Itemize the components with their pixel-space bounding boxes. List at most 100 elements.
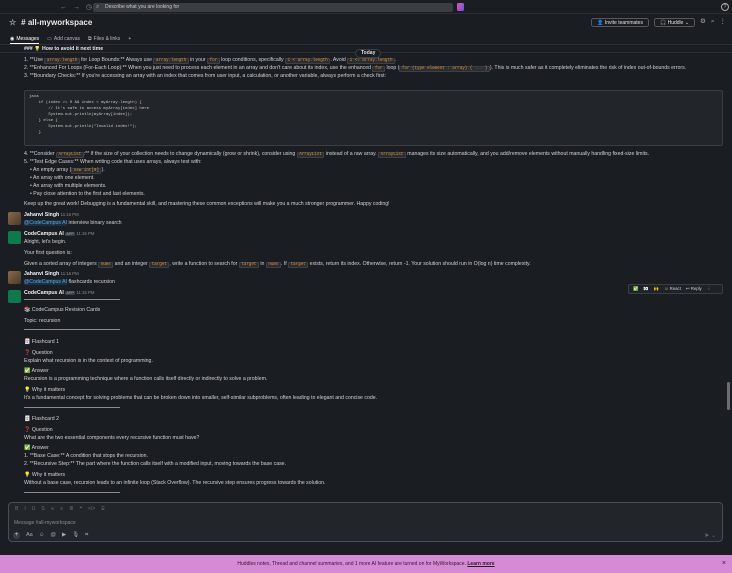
reaction-eyes-icon[interactable]: 👀 xyxy=(643,286,648,292)
strikethrough-icon[interactable]: S xyxy=(41,506,44,513)
smile-icon: ☺ xyxy=(664,286,669,292)
scrollbar[interactable] xyxy=(727,382,730,410)
t: 1. **Use xyxy=(24,57,45,63)
history-nav: ← → ◷ xyxy=(60,3,92,12)
answer-text: 2. **Recursive Step:** The part where th… xyxy=(24,461,287,467)
more-vertical-icon[interactable]: ⋮ xyxy=(720,18,727,27)
emoji-icon[interactable]: ☺ xyxy=(39,532,45,539)
history-clock-icon[interactable]: ◷ xyxy=(86,3,92,12)
search-channel-icon[interactable]: ⌕ xyxy=(711,18,715,27)
sender-name[interactable]: Jahanvi Singh xyxy=(24,271,59,277)
bullet-2: • An array with one element. xyxy=(30,175,95,181)
timestamp[interactable]: 11:16 PM xyxy=(61,212,79,217)
sender-name[interactable]: CodeCampus AI xyxy=(24,290,64,296)
reaction-raised-hands-icon[interactable]: 🙌 xyxy=(654,286,659,292)
plus-icon[interactable]: + xyxy=(13,532,20,540)
bold-icon[interactable]: B xyxy=(15,506,18,513)
italic-icon[interactable]: I xyxy=(24,506,25,513)
tab-messages[interactable]: ◉ Messages xyxy=(10,34,40,44)
t: ). This is much safer as it completely e… xyxy=(489,65,687,71)
star-icon[interactable]: ☆ xyxy=(9,18,16,29)
tab-add-canvas[interactable]: ▭ Add canvas xyxy=(47,34,80,44)
avatar[interactable] xyxy=(8,231,21,244)
message-composer[interactable]: B I U S ∞ ≡ ≣ ❝ </> ⌸ Message #all-mywor… xyxy=(8,502,723,542)
mention[interactable]: @CodeCampus AI xyxy=(24,220,68,226)
avatar[interactable] xyxy=(8,290,21,303)
mention-icon[interactable]: @ xyxy=(50,532,56,539)
t: Pay close attention to the first and las… xyxy=(33,191,145,197)
divider xyxy=(24,492,120,493)
avatar[interactable] xyxy=(8,212,21,225)
reaction-check-icon[interactable]: ✅ xyxy=(633,286,638,292)
blockquote-icon[interactable]: ❝ xyxy=(79,506,82,513)
inline-code: ArrayList xyxy=(56,152,84,158)
inline-code: i < array.length xyxy=(285,58,331,64)
shortcuts-icon[interactable]: ⌗ xyxy=(85,532,88,539)
code-icon[interactable]: </> xyxy=(88,506,95,513)
sender-name[interactable]: CodeCampus AI xyxy=(24,231,64,237)
bullet-list-icon[interactable]: ≣ xyxy=(69,506,73,513)
message-header: CodeCampus AI APP 11:16 PM xyxy=(24,290,94,297)
message-header: Jahanvi Singh 11:16 PM xyxy=(24,271,79,278)
timestamp[interactable]: 11:16 PM xyxy=(76,231,94,236)
cards-topic: Topic: recursion xyxy=(24,318,61,324)
search-input[interactable]: ⌕ Describe what you are looking for xyxy=(93,2,453,12)
send-button[interactable]: ➤ ⌄ xyxy=(704,532,716,540)
back-arrow-icon[interactable]: ← xyxy=(60,3,67,12)
send-options-chevron-icon[interactable]: ⌄ xyxy=(711,533,716,539)
sender-name[interactable]: Jahanvi Singh xyxy=(24,212,59,218)
t: 4. **Consider xyxy=(24,151,57,157)
question-text: Explain what recursion is in the context… xyxy=(24,358,153,364)
list-item-3: 3. **Boundary Checks:** If you're access… xyxy=(24,73,386,79)
help-icon[interactable]: ? xyxy=(721,3,729,11)
invite-label: Invite teammates xyxy=(604,19,643,26)
answer-label: ✅ Answer xyxy=(24,368,49,374)
inline-code: ArrayList xyxy=(378,152,406,158)
mention[interactable]: @CodeCampus AI xyxy=(24,279,68,285)
workspace-avatar[interactable] xyxy=(457,3,464,11)
more-actions-icon[interactable]: ⋮ xyxy=(707,286,711,292)
bullet-4: • Pay close attention to the first and l… xyxy=(30,191,145,197)
microphone-icon[interactable]: 🎙 xyxy=(72,532,79,539)
why-text: It's a fundamental concept for solving p… xyxy=(24,395,378,401)
code-block-icon[interactable]: ⌸ xyxy=(101,506,104,513)
t: manages its size automatically, and you … xyxy=(405,151,650,157)
message-input[interactable]: Message #all-myworkspace xyxy=(14,520,76,527)
chat-bubble-icon: ◉ xyxy=(10,36,15,42)
t: for Loop Bounds:** Always use xyxy=(79,57,154,63)
question-text: Given a sorted array of integers nums an… xyxy=(24,261,531,269)
huddle-button[interactable]: 🎧 Huddle ⌄ xyxy=(653,17,696,27)
inline-code: for xyxy=(372,66,386,72)
link-icon[interactable]: ∞ xyxy=(51,506,55,513)
format-toolbar: B I U S ∞ ≡ ≣ ❝ </> ⌸ xyxy=(15,506,104,513)
learn-more-link[interactable]: Learn more xyxy=(467,561,494,567)
text-format-icon[interactable]: Aa xyxy=(26,532,33,539)
tab-files-links[interactable]: ⧉ Files & links xyxy=(88,34,120,44)
question-label: ❓ Question xyxy=(24,350,53,356)
chevron-down-icon[interactable]: ⌄ xyxy=(685,20,689,26)
timestamp[interactable]: 11:16 PM xyxy=(61,271,79,276)
add-tab-button[interactable]: + xyxy=(128,34,131,44)
message-heading: ### 💡 How to avoid it next time xyxy=(24,46,104,52)
avatar[interactable] xyxy=(8,271,21,284)
close-icon[interactable]: × xyxy=(722,555,726,573)
timestamp[interactable]: 11:16 PM xyxy=(76,290,94,295)
channel-name[interactable]: # all-myworkspace xyxy=(21,18,92,29)
inline-code: i <= array.length xyxy=(347,58,395,64)
t: instead of a raw array. xyxy=(324,151,379,157)
why-text: Without a base case, recursion leads to … xyxy=(24,480,326,486)
forward-arrow-icon[interactable]: → xyxy=(73,3,80,12)
tab-files-label: Files & links xyxy=(93,36,121,42)
bullet-3: • An array with multiple elements. xyxy=(30,183,107,189)
invite-teammates-button[interactable]: 👤 Invite teammates xyxy=(591,17,649,27)
video-icon[interactable]: ▶ xyxy=(62,532,66,539)
bell-icon[interactable]: ⚙ xyxy=(700,18,706,27)
reply-button[interactable]: ↩ Reply xyxy=(686,286,702,292)
inline-code: target xyxy=(238,262,259,268)
react-button[interactable]: ☺ React xyxy=(664,286,681,292)
t: :** If the size of your collection needs… xyxy=(83,151,297,157)
underline-icon[interactable]: U xyxy=(32,506,36,513)
ordered-list-icon[interactable]: ≡ xyxy=(60,506,63,513)
inline-code: target xyxy=(149,262,170,268)
channel-title[interactable]: ☆ # all-myworkspace xyxy=(9,18,92,29)
